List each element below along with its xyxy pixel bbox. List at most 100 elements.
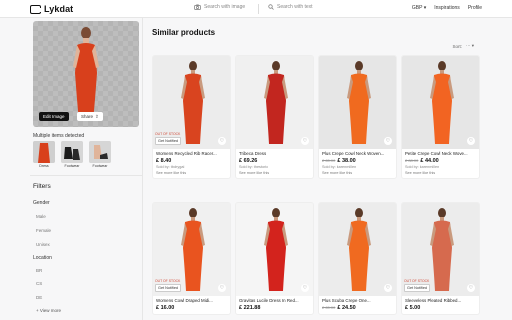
heart-icon[interactable]: ♡ <box>218 137 226 145</box>
thumb-image <box>33 141 55 163</box>
current-price: £ 24.50 <box>337 304 356 311</box>
query-image: Edit Image Share ⇪ <box>33 21 139 127</box>
product-photo <box>236 56 313 149</box>
search-with-image-button[interactable]: Search with image <box>194 4 245 10</box>
product-title[interactable]: Gravitas Lucile Dress In Red... <box>239 298 310 303</box>
product-card[interactable]: ♡ Gravitas Lucile Dress In Red... £ 221.88 <box>235 202 314 315</box>
product-card[interactable]: OUT OF STOCK Get Notified ♡ Womens Cowl Dra… <box>152 202 231 315</box>
stock-badge: OUT OF STOCK Get Notified <box>155 279 182 292</box>
get-notified-button[interactable]: Get Notified <box>155 284 182 292</box>
product-image[interactable]: OUT OF STOCK Get Notified ♡ <box>402 203 479 296</box>
product-card[interactable]: OUT OF STOCK Get Notified ♡ Sleeveless Plea… <box>401 202 480 315</box>
product-title[interactable]: Plus Scuba Crepe One... <box>322 298 393 303</box>
product-title[interactable]: Tribeca Dress <box>239 151 310 156</box>
page-title: Similar products <box>152 28 216 37</box>
get-notified-button[interactable]: Get Notified <box>155 137 182 145</box>
product-card[interactable]: ♡ Tribeca Dress £ 69.26 Sold by: thestoric S… <box>235 55 314 179</box>
product-price: £ 16.00 <box>156 305 227 311</box>
old-price: £ 88.00 <box>405 157 419 163</box>
share-label: Share <box>81 114 94 119</box>
filter-option-de[interactable]: DE <box>36 295 42 300</box>
get-notified-button[interactable]: Get Notified <box>404 284 431 292</box>
out-of-stock-label: OUT OF STOCK <box>155 132 181 136</box>
current-price: £ 44.00 <box>420 157 439 164</box>
sort-dropdown-icon: ⋯ ▾ <box>465 43 474 48</box>
product-info: Tribeca Dress £ 69.26 Sold by: thestoric Se… <box>236 149 313 178</box>
nav-profile[interactable]: Profile <box>468 5 482 11</box>
filter-option-male[interactable]: Male <box>36 214 46 219</box>
seller-label: Sold by: karenmillen <box>322 165 357 169</box>
currency-label: GBP <box>411 5 423 11</box>
thumb-label: Dress <box>39 164 49 168</box>
heart-icon[interactable]: ♡ <box>218 284 226 292</box>
logo-icon <box>30 4 42 14</box>
product-info: Petite Crepe Cowl Neck Wove... £ 88.00 £ 4… <box>402 149 479 178</box>
product-image[interactable]: ♡ <box>236 203 313 296</box>
heart-icon[interactable]: ♡ <box>384 137 392 145</box>
product-title[interactable]: Womens Cowl Draped Midi... <box>156 298 227 303</box>
product-info: Gravitas Lucile Dress In Red... £ 221.88 <box>236 296 313 314</box>
old-price: £ 65.00 <box>322 304 336 310</box>
heart-icon[interactable]: ♡ <box>301 137 309 145</box>
product-card[interactable]: ♡ Plus Crepe Cowl Neck Woven... £ 65.00 £ 3… <box>318 55 397 179</box>
thumb-image <box>61 141 83 163</box>
search-input[interactable]: Search with text <box>268 4 313 10</box>
product-price: £ 69.26 <box>239 158 310 164</box>
see-more-link[interactable]: See more like this <box>322 171 393 175</box>
filter-option-female[interactable]: Female <box>36 228 51 233</box>
product-card[interactable]: OUT OF STOCK Get Notified ♡ Womens Recycled… <box>152 55 231 179</box>
share-button[interactable]: Share ⇪ <box>77 112 103 121</box>
sidebar-divider <box>30 175 143 176</box>
product-info: Sleeveless Pleated Ribbed... £ 5.00 <box>402 296 479 314</box>
product-image[interactable]: OUT OF STOCK Get Notified ♡ <box>153 203 230 296</box>
product-image[interactable]: ♡ <box>402 56 479 149</box>
currency-select[interactable]: GBP ▾ <box>412 5 426 11</box>
search-placeholder: Search with text <box>277 4 313 10</box>
out-of-stock-label: OUT OF STOCK <box>404 279 430 283</box>
filter-option-unisex[interactable]: Unisex <box>36 242 50 247</box>
product-card[interactable]: ♡ Plus Scuba Crepe One... £ 65.00 £ 24.50 <box>318 202 397 315</box>
product-price: £ 65.00 £ 24.50 <box>322 305 393 311</box>
product-photo <box>319 56 396 149</box>
current-price: £ 38.00 <box>337 157 356 164</box>
product-photo <box>319 203 396 296</box>
camera-icon <box>194 4 201 10</box>
product-image[interactable]: ♡ <box>319 56 396 149</box>
product-title[interactable]: Petite Crepe Cowl Neck Wove... <box>405 151 476 156</box>
heart-icon[interactable]: ♡ <box>467 284 475 292</box>
product-photo <box>236 203 313 296</box>
out-of-stock-label: OUT OF STOCK <box>155 279 181 283</box>
heart-icon[interactable]: ♡ <box>384 284 392 292</box>
product-info: Womens Cowl Draped Midi... £ 16.00 <box>153 296 230 314</box>
detected-item-footwear[interactable]: Footwear <box>61 141 83 168</box>
see-more-link[interactable]: See more like this <box>405 171 476 175</box>
nav-inspirations[interactable]: Inspirations <box>434 5 460 11</box>
product-title[interactable]: Sleeveless Pleated Ribbed... <box>405 298 476 303</box>
edit-image-button[interactable]: Edit Image <box>39 112 69 121</box>
product-title[interactable]: Womens Recycled Rib Racer... <box>156 151 227 156</box>
view-more-link[interactable]: + View more <box>36 308 61 313</box>
detected-item-footwear[interactable]: Footwear <box>89 141 111 168</box>
sort-control[interactable]: Sort: ⋯ ▾ <box>452 43 474 49</box>
current-price: £ 16.00 <box>156 304 175 311</box>
product-image[interactable]: OUT OF STOCK Get Notified ♡ <box>153 56 230 149</box>
see-more-link[interactable]: See more like this <box>239 171 310 175</box>
product-card[interactable]: ♡ Petite Crepe Cowl Neck Wove... £ 88.00 £ … <box>401 55 480 179</box>
product-image[interactable]: ♡ <box>236 56 313 149</box>
filter-option-cs[interactable]: CS <box>36 281 42 286</box>
filters-heading: Filters <box>33 183 51 190</box>
product-price: £ 65.00 £ 38.00 <box>322 158 393 164</box>
product-image[interactable]: ♡ <box>319 203 396 296</box>
logo[interactable]: Lykdat <box>30 4 73 14</box>
stock-badge: OUT OF STOCK Get Notified <box>404 279 431 292</box>
see-more-link[interactable]: See more like this <box>156 171 227 175</box>
filter-option-br[interactable]: BR <box>36 268 42 273</box>
product-photo <box>402 56 479 149</box>
product-title[interactable]: Plus Crepe Cowl Neck Woven... <box>322 151 393 156</box>
brand-name: Lykdat <box>44 4 74 14</box>
heart-icon[interactable]: ♡ <box>467 137 475 145</box>
thumb-image <box>89 141 111 163</box>
detected-item-dress[interactable]: Dress <box>33 141 55 168</box>
stock-badge: OUT OF STOCK Get Notified <box>155 132 182 145</box>
heart-icon[interactable]: ♡ <box>301 284 309 292</box>
